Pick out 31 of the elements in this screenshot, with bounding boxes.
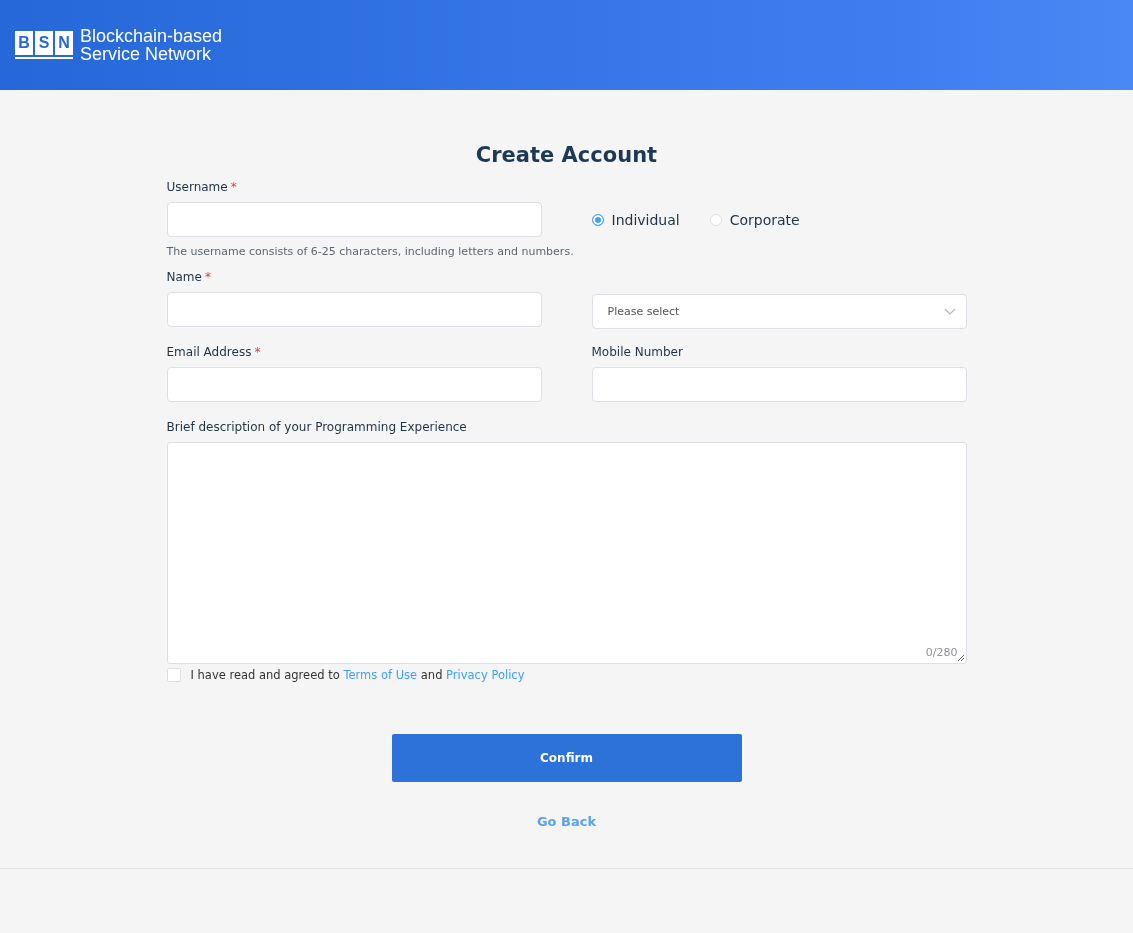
field-label: Brief description of your Programming Experience xyxy=(166,420,467,434)
privacy-policy-link[interactable]: Privacy Policy xyxy=(446,668,525,682)
username-field[interactable] xyxy=(166,202,542,237)
field-label: Username xyxy=(166,180,228,194)
character-counter: 0/280 xyxy=(925,646,958,659)
terms-of-use-link[interactable]: Terms of Use xyxy=(343,668,418,682)
required-mark: * xyxy=(254,345,261,359)
field-label: Name xyxy=(166,270,202,284)
name-field[interactable] xyxy=(166,292,542,327)
email-field[interactable] xyxy=(166,367,542,402)
page-title: Create Account xyxy=(474,144,659,166)
brand-name: Service Network xyxy=(80,45,213,63)
required-mark: * xyxy=(230,180,237,194)
resize-handle-icon[interactable] xyxy=(956,654,965,662)
required-mark: * xyxy=(204,270,211,284)
bsn-logo: B S N xyxy=(15,31,73,59)
field-label: Mobile Number xyxy=(591,345,683,359)
username-hint: The username consists of 6-25 characters, including letters and numbers. xyxy=(166,245,574,258)
radio-icon[interactable] xyxy=(591,213,604,226)
description-textarea[interactable]: 0/280 xyxy=(166,442,967,664)
field-label: Email Address xyxy=(166,345,252,359)
radio-label: Individual xyxy=(611,211,680,228)
radio-label: Corporate xyxy=(729,211,800,228)
select-dropdown[interactable]: Please select xyxy=(591,294,967,329)
mobile-number-field[interactable] xyxy=(591,367,967,402)
brand-name: Blockchain-based xyxy=(80,27,223,45)
confirm-button[interactable]: Confirm xyxy=(391,734,742,782)
go-back-link[interactable]: Go Back xyxy=(536,814,597,829)
agree-checkbox[interactable] xyxy=(166,668,181,682)
chevron-down-icon xyxy=(943,308,956,315)
agreement-text: I have read and agreed to Terms of Use and Privacy Policy xyxy=(190,668,525,682)
